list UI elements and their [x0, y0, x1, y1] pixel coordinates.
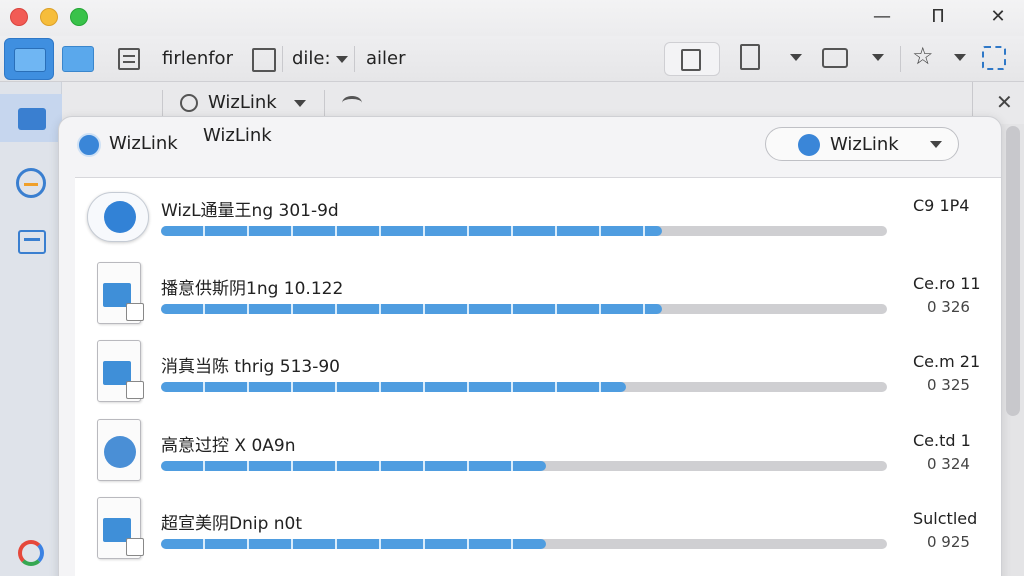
transfer-size: 0 326: [927, 298, 970, 316]
file-code-icon: [97, 419, 141, 481]
toolbar-divider: [900, 46, 901, 72]
file-arrow-icon: [97, 340, 144, 402]
path-segment[interactable]: firlenfor: [162, 48, 233, 69]
storage-icon[interactable]: [822, 48, 848, 68]
minimize-window-button[interactable]: [40, 8, 58, 26]
progress-fill: [161, 539, 546, 549]
chevron-down-icon[interactable]: [336, 56, 348, 63]
list-item[interactable]: 消真当陈 thrig 513-90 Ce.m 21 0 325: [75, 334, 1001, 412]
minimize-icon[interactable]: —: [870, 6, 894, 27]
wizlink-logo-icon: [77, 133, 101, 157]
transfer-title: WizL通量王ng 301-9d: [161, 201, 339, 221]
file-arrow-icon: [97, 497, 144, 559]
path-segment[interactable]: ailer: [366, 48, 406, 69]
tab-divider: [162, 90, 163, 116]
document-icon[interactable]: [740, 44, 760, 70]
progress-bar: [161, 382, 887, 392]
document-copy-icon: [681, 49, 701, 71]
progress-bar: [161, 226, 887, 236]
wizlink-selector[interactable]: WizLink: [765, 127, 959, 161]
transfer-size: 0 325: [927, 376, 970, 394]
layout-icon[interactable]: [982, 46, 1006, 70]
close-icon[interactable]: ✕: [986, 6, 1010, 27]
sync-icon: [24, 183, 38, 186]
progress-fill: [161, 461, 546, 471]
chevron-down-icon[interactable]: [954, 54, 966, 61]
close-tab-icon[interactable]: ✕: [996, 90, 1013, 114]
transfer-status: Ce.m 21: [913, 352, 981, 371]
progress-bar: [161, 539, 887, 549]
maximize-icon[interactable]: Π: [926, 6, 950, 27]
transfer-status: C9 1P4: [913, 196, 970, 215]
refresh-icon[interactable]: [180, 94, 198, 112]
folder-view-button[interactable]: [4, 38, 54, 80]
panel-title: WizLink: [109, 133, 178, 154]
transfer-size: 0 925: [927, 533, 970, 551]
list-item[interactable]: 超宣美阴Dnip n0t Sulctled 0 925: [75, 491, 1001, 569]
progress-bar: [161, 304, 887, 314]
copy-path-button[interactable]: [664, 42, 720, 76]
progress-bar: [161, 461, 887, 471]
title-bar: — Π ✕: [0, 0, 1024, 36]
sidebar: [0, 82, 90, 576]
progress-fill: [161, 304, 662, 314]
path-segment[interactable]: dile:: [292, 48, 331, 69]
grid-view-icon[interactable]: [252, 48, 276, 72]
zoom-window-button[interactable]: [70, 8, 88, 26]
sidebar-item-sync[interactable]: [16, 168, 46, 198]
tab-divider: [324, 90, 325, 116]
transfer-list: WizL通量王ng 301-9d C9 1P4 播意供斯阴1ng 10.122 Ce.…: [75, 177, 1001, 576]
transfer-title: 高意过控 X 0A9n: [161, 436, 296, 456]
progress-fill: [161, 226, 662, 236]
chevron-down-icon: [930, 141, 942, 148]
transfer-title: 超宣美阴Dnip n0t: [161, 514, 303, 534]
panel-header-label: WizLink: [203, 125, 272, 146]
star-icon[interactable]: ☆: [912, 42, 934, 70]
transfer-title: 播意供斯阴1ng 10.122: [161, 279, 344, 299]
chevron-down-icon[interactable]: [790, 54, 802, 61]
wizlink-logo-icon: [798, 134, 820, 156]
list-item[interactable]: 高意过控 X 0A9n Ce.td 1 0 324: [75, 413, 1001, 491]
toolbar-divider: [282, 46, 283, 72]
sidebar-item-google[interactable]: [18, 540, 44, 566]
folder-icon: [14, 48, 46, 72]
transfer-status: Ce.ro 11: [913, 274, 981, 293]
transfer-status: Sulctled: [913, 509, 978, 528]
toolbar-divider: [354, 46, 355, 72]
progress-fill: [161, 382, 626, 392]
chevron-down-icon[interactable]: [872, 54, 884, 61]
toolbar: firlenfor dile: ailer ☆: [0, 36, 1024, 82]
list-view-icon[interactable]: [118, 48, 140, 70]
signal-icon[interactable]: [342, 96, 362, 110]
selector-label: WizLink: [830, 134, 899, 155]
transfer-title: 消真当陈 thrig 513-90: [161, 357, 340, 377]
file-arrow-icon: [97, 262, 144, 324]
display-icon: [24, 238, 40, 241]
scrollbar[interactable]: [1006, 126, 1020, 416]
tab-wizlink[interactable]: WizLink: [208, 92, 277, 113]
list-item[interactable]: 播意供斯阴1ng 10.122 Ce.ro 11 0 326: [75, 256, 1001, 334]
transfer-size: 0 324: [927, 455, 970, 473]
sidebar-item-display[interactable]: [18, 230, 46, 254]
list-item[interactable]: WizL通量王ng 301-9d C9 1P4: [75, 178, 1001, 256]
chevron-down-icon[interactable]: [294, 100, 306, 107]
library-icon: [18, 108, 46, 130]
wizlink-app-icon: [87, 192, 149, 242]
close-window-button[interactable]: [10, 8, 28, 26]
download-panel: WizLink WizLink WizLink WizL通量王ng 301-9d…: [58, 116, 1002, 576]
transfer-status: Ce.td 1: [913, 431, 971, 450]
folder-open-icon[interactable]: [62, 46, 94, 72]
